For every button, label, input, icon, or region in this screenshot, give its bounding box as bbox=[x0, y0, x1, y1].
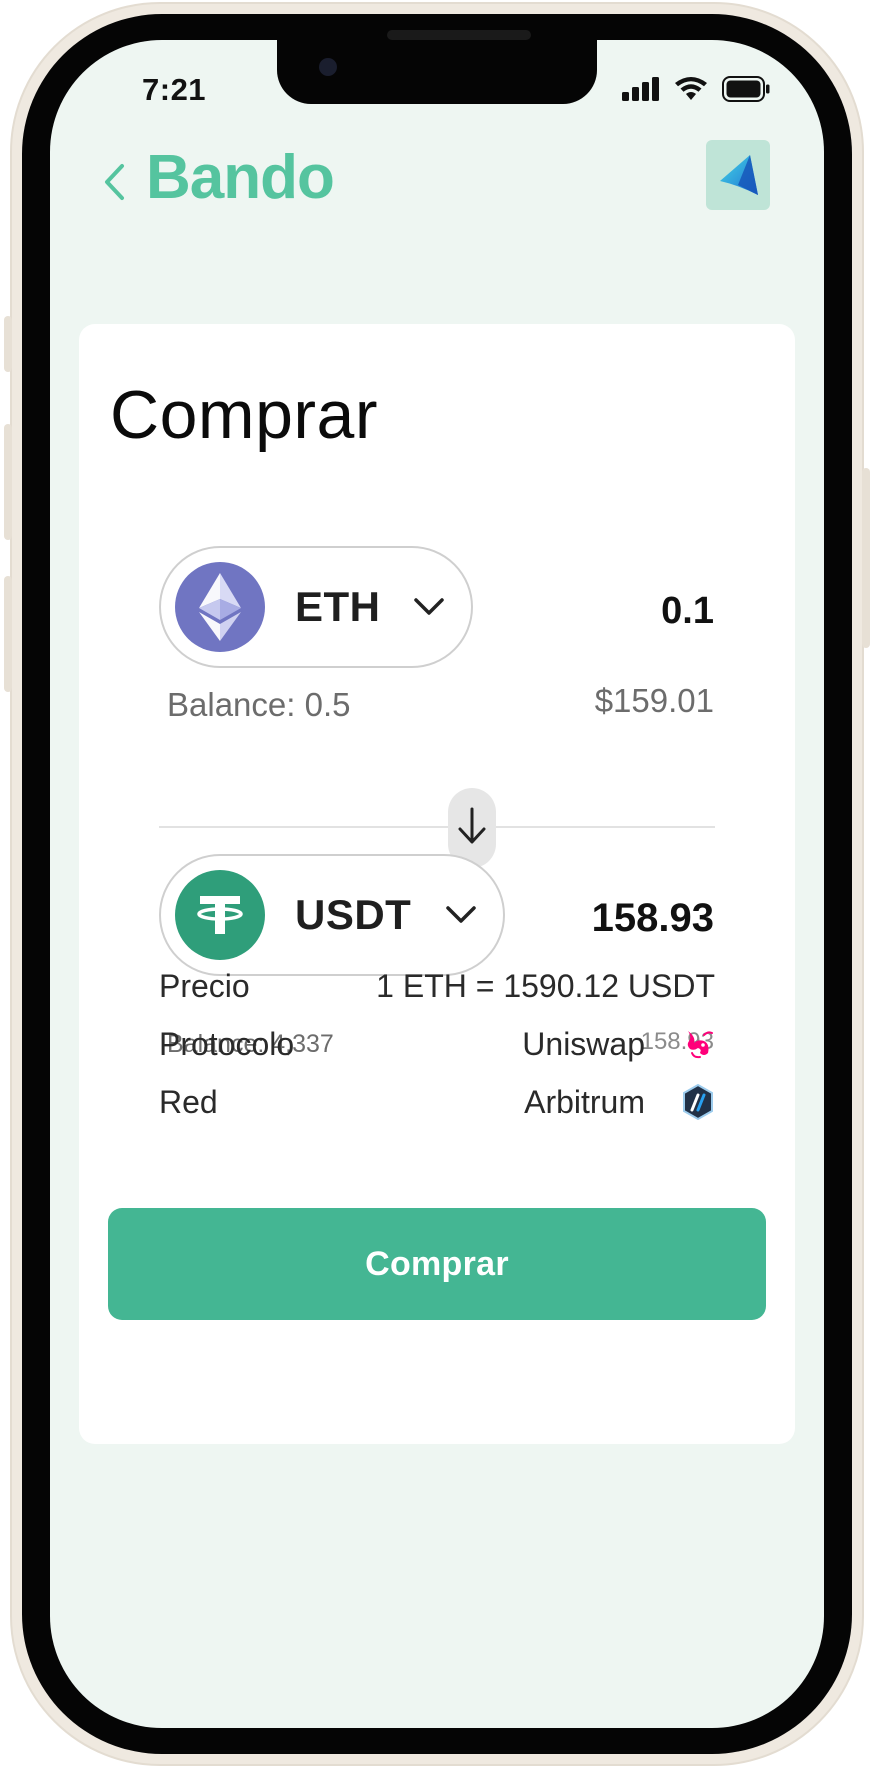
uniswap-icon bbox=[681, 1026, 715, 1062]
price-row: Precio 1 ETH = 1590.12 USDT bbox=[159, 962, 715, 1010]
chevron-left-icon bbox=[102, 163, 126, 206]
front-camera bbox=[319, 58, 337, 76]
chevron-down-icon bbox=[413, 597, 445, 617]
battery-icon bbox=[722, 76, 770, 107]
power-button bbox=[862, 468, 870, 648]
tether-icon bbox=[175, 870, 265, 960]
divider bbox=[159, 826, 715, 828]
from-balance: Balance: 0.5 bbox=[167, 686, 351, 723]
volume-up-button bbox=[4, 424, 12, 540]
notch bbox=[277, 40, 597, 104]
network-label: Red bbox=[159, 1084, 218, 1120]
arbitrum-icon bbox=[681, 1084, 715, 1120]
from-token-selector[interactable]: ETH bbox=[159, 546, 473, 668]
network-row: Red Arbitrum bbox=[159, 1078, 715, 1126]
swap-card: Comprar ETH 0.1 Balance: 0.5 $159.01 USD… bbox=[79, 324, 795, 1444]
from-fiat-value: $159.01 bbox=[594, 682, 714, 719]
bando-logo-icon[interactable] bbox=[706, 140, 770, 210]
to-token-selector[interactable]: USDT bbox=[159, 854, 505, 976]
silent-switch bbox=[4, 316, 12, 372]
from-token-symbol: ETH bbox=[295, 583, 381, 630]
network-value: Arbitrum bbox=[524, 1084, 645, 1120]
arrow-down-icon bbox=[456, 806, 488, 851]
chevron-down-icon bbox=[445, 905, 477, 925]
from-amount-input[interactable]: 0.1 bbox=[661, 590, 714, 633]
price-value: 1 ETH = 1590.12 USDT bbox=[376, 968, 715, 1004]
price-label: Precio bbox=[159, 968, 250, 1004]
to-amount: 158.93 bbox=[591, 896, 714, 940]
status-icons bbox=[622, 76, 770, 107]
back-button[interactable] bbox=[94, 156, 134, 212]
ethereum-icon bbox=[175, 562, 265, 652]
wifi-icon bbox=[674, 76, 708, 107]
earpiece-speaker bbox=[387, 30, 531, 40]
buy-button[interactable]: Comprar bbox=[108, 1208, 766, 1320]
status-time: 7:21 bbox=[142, 72, 207, 107]
protocol-label: Protocolo bbox=[159, 1026, 295, 1062]
volume-down-button bbox=[4, 576, 12, 692]
page-title: Comprar bbox=[110, 377, 378, 453]
cellular-signal-icon bbox=[622, 77, 660, 106]
to-token-symbol: USDT bbox=[295, 891, 412, 938]
protocol-value: Uniswap bbox=[522, 1026, 645, 1062]
brand-name: Bando bbox=[146, 143, 335, 212]
app-screen: 7:21 Bando Comprar ETH 0.1 Balance: 0.5 … bbox=[50, 40, 824, 1728]
protocol-row: Protocolo Uniswap bbox=[159, 1020, 715, 1068]
